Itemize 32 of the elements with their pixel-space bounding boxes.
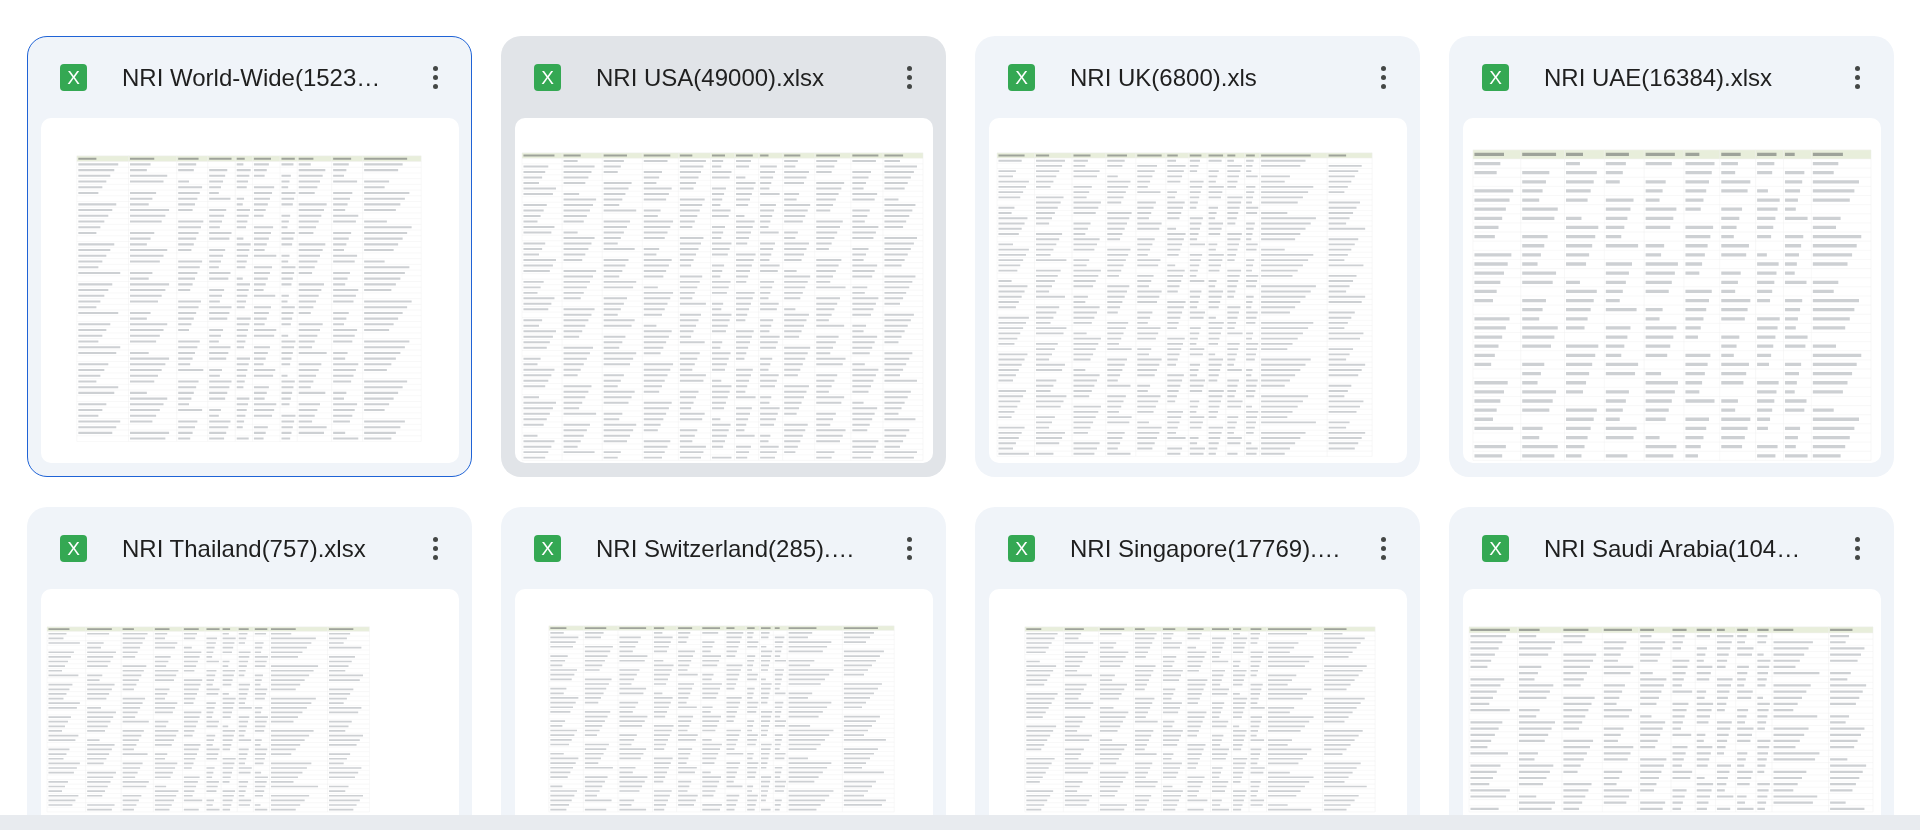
vertical-dots-icon [432, 537, 438, 560]
file-card[interactable]: X NRI USA(49000).xlsx [501, 36, 946, 477]
file-card[interactable]: X NRI UK(6800).xls [975, 36, 1420, 477]
file-card[interactable]: X NRI Saudi Arabia(104… [1449, 507, 1894, 815]
file-name: NRI USA(49000).xlsx [596, 62, 826, 93]
file-name: NRI World-Wide(1523… [122, 62, 382, 93]
vertical-dots-icon [1854, 66, 1860, 89]
spreadsheet-icon: X [1482, 535, 1509, 562]
file-card[interactable]: X NRI Switzerland(285).… [501, 507, 946, 815]
file-card[interactable]: X NRI Thailand(757).xlsx [27, 507, 472, 815]
vertical-dots-icon [1380, 66, 1386, 89]
spreadsheet-icon: X [534, 535, 561, 562]
file-name: NRI Switzerland(285).… [596, 533, 856, 564]
file-name: NRI UK(6800).xls [1070, 62, 1258, 93]
file-name: NRI Singapore(17769).… [1070, 533, 1342, 564]
spreadsheet-icon: X [60, 535, 87, 562]
file-card[interactable]: X NRI UAE(16384).xlsx [1449, 36, 1894, 477]
file-name: NRI Thailand(757).xlsx [122, 533, 367, 564]
vertical-dots-icon [432, 66, 438, 89]
spreadsheet-icon: X [534, 64, 561, 91]
vertical-dots-icon [906, 537, 912, 560]
file-name: NRI Saudi Arabia(104… [1544, 533, 1802, 564]
vertical-dots-icon [1380, 537, 1386, 560]
spreadsheet-icon: X [1008, 535, 1035, 562]
vertical-dots-icon [1854, 537, 1860, 560]
file-card[interactable]: X NRI Singapore(17769).… [975, 507, 1420, 815]
vertical-dots-icon [906, 66, 912, 89]
spreadsheet-icon: X [60, 64, 87, 91]
file-name: NRI UAE(16384).xlsx [1544, 62, 1774, 93]
file-card[interactable]: X NRI World-Wide(1523… [27, 36, 472, 477]
spreadsheet-icon: X [1482, 64, 1509, 91]
spreadsheet-icon: X [1008, 64, 1035, 91]
